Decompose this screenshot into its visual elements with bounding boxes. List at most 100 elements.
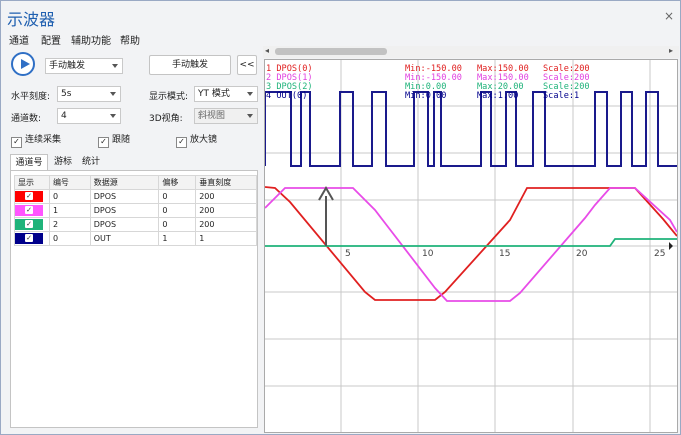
scroll-left-icon[interactable]: ◂	[265, 46, 269, 55]
display-mode-value: YT 模式	[198, 89, 230, 99]
view3d-label: 3D视角:	[149, 114, 183, 124]
oscilloscope-window: 示波器 × 通道 配置 辅助功能 帮助 手动触发 手动触发 << 水平刻度: 5…	[0, 0, 681, 435]
view3d-value: 斜视图	[198, 111, 226, 121]
trigger-mode-select[interactable]: 手动触发	[45, 58, 123, 74]
checkmark-icon[interactable]: ✓	[25, 220, 33, 228]
channel-count-label: 通道数:	[11, 114, 42, 124]
offset-cell: 1	[158, 231, 197, 246]
follow-label: 跟随	[112, 135, 131, 145]
legend-scale: Scale:1	[543, 91, 579, 101]
tab-statistics[interactable]: 统计	[78, 154, 104, 170]
channel-id-cell: 2	[48, 217, 91, 232]
channel-count-select[interactable]: 4	[57, 108, 121, 124]
view3d-select: 斜视图	[194, 108, 258, 124]
header-vscale: 垂直刻度	[195, 175, 257, 190]
vertical-scale-cell: 200	[195, 189, 257, 204]
continuous-capture-checkbox[interactable]: ✓ 连续采集	[11, 132, 61, 148]
trigger-mode-value: 手动触发	[49, 61, 86, 71]
show-cell[interactable]: ✓	[14, 189, 50, 204]
horizontal-scale-value: 5s	[61, 89, 72, 99]
horizontal-scale-label: 水平刻度:	[11, 92, 51, 102]
header-source: 数据源	[89, 175, 160, 190]
control-panel: 手动触发 手动触发 << 水平刻度: 5s 显示模式: YT 模式 通道数: 4…	[1, 49, 263, 434]
table-row[interactable]: ✓ 0 OUT 1 1	[14, 231, 257, 246]
table-row[interactable]: ✓ 1 DPOS 0 200	[14, 203, 257, 218]
scrollbar-thumb[interactable]	[275, 48, 387, 55]
time-tick-label: 10	[422, 249, 434, 259]
show-cell[interactable]: ✓	[14, 231, 50, 246]
table-row[interactable]: ✓ 0 DPOS 0 200	[14, 189, 257, 204]
vertical-scale-cell: 200	[195, 203, 257, 218]
play-icon[interactable]	[11, 52, 35, 76]
checkmark-icon[interactable]: ✓	[25, 234, 33, 242]
offset-cell: 0	[158, 189, 197, 204]
checkmark-icon: ✓	[98, 137, 109, 148]
continuous-capture-label: 连续采集	[25, 135, 62, 145]
channel-count-value: 4	[61, 111, 67, 121]
channel-color-swatch[interactable]: ✓	[15, 205, 43, 216]
chevron-down-icon	[110, 92, 116, 96]
menu-channel[interactable]: 通道	[9, 32, 29, 47]
checkmark-icon: ✓	[11, 137, 22, 148]
time-tick-label: 25	[654, 249, 665, 259]
checkmark-icon[interactable]: ✓	[25, 206, 33, 214]
channel-color-swatch[interactable]: ✓	[15, 233, 43, 244]
channel-color-swatch[interactable]: ✓	[15, 219, 43, 230]
manual-trigger-button[interactable]: 手动触发	[149, 55, 231, 75]
chevron-down-icon	[247, 114, 253, 118]
follow-checkbox[interactable]: ✓ 跟随	[98, 132, 130, 148]
legend-max: Max:1.00	[477, 91, 518, 101]
header-id: 编号	[48, 175, 91, 190]
title-bar: 示波器 ×	[1, 1, 680, 31]
horizontal-scale-select[interactable]: 5s	[57, 86, 121, 102]
magnifier-checkbox[interactable]: ✓ 放大镜	[176, 132, 217, 148]
offset-cell: 0	[158, 217, 197, 232]
channel-id-cell: 1	[48, 203, 91, 218]
vertical-scale-cell: 1	[195, 231, 257, 246]
time-end-marker	[669, 242, 673, 250]
channel-table: 显示 编号 数据源 偏移 垂直刻度 ✓ 0 DPOS 0 200 ✓ 1 DPOS 0 200 ✓ 2…	[14, 175, 257, 246]
magnifier-label: 放大镜	[190, 135, 218, 145]
waveform-svg: 5 10 15 20 251 DPOS(0) Min:-150.00 Max:150.00 S…	[264, 60, 678, 432]
legend-name: 4 OUT(0)	[266, 91, 307, 101]
menu-tools[interactable]: 辅助功能	[71, 32, 111, 47]
out-waveform	[264, 91, 677, 167]
data-source-cell: DPOS	[89, 189, 160, 204]
chevron-down-icon	[110, 114, 116, 118]
chevron-down-icon	[247, 92, 253, 96]
display-mode-label: 显示模式:	[149, 92, 189, 102]
window-title: 示波器	[7, 12, 56, 29]
data-source-cell: OUT	[89, 231, 160, 246]
table-row[interactable]: ✓ 2 DPOS 0 200	[14, 217, 257, 232]
waveform-plot[interactable]: 5 10 15 20 25 1 DPOS(0) Min:-150.00 Max:150.00 S…	[264, 59, 678, 433]
header-show: 显示	[14, 175, 50, 190]
checkmark-icon: ✓	[176, 137, 187, 148]
close-icon[interactable]: ×	[664, 9, 674, 23]
scroll-right-icon[interactable]: ▸	[669, 46, 673, 55]
menu-config[interactable]: 配置	[41, 32, 61, 47]
legend-min: Min:0.00	[405, 91, 446, 101]
display-mode-select[interactable]: YT 模式	[194, 86, 258, 102]
menu-bar: 通道 配置 辅助功能 帮助	[1, 31, 680, 47]
time-tick-label: 15	[499, 249, 510, 259]
collapse-button[interactable]: <<	[237, 55, 257, 75]
tab-cursor[interactable]: 游标	[50, 154, 76, 170]
channel-color-swatch[interactable]: ✓	[15, 191, 43, 202]
channel-id-cell: 0	[48, 231, 91, 246]
data-source-cell: DPOS	[89, 217, 160, 232]
show-cell[interactable]: ✓	[14, 217, 50, 232]
header-offset: 偏移	[158, 175, 197, 190]
chevron-down-icon	[112, 64, 118, 68]
show-cell[interactable]: ✓	[14, 203, 50, 218]
data-source-cell: DPOS	[89, 203, 160, 218]
time-tick-label: 20	[576, 249, 588, 259]
table-header-row: 显示 编号 数据源 偏移 垂直刻度	[14, 175, 257, 190]
menu-help[interactable]: 帮助	[120, 32, 140, 47]
checkmark-icon[interactable]: ✓	[25, 192, 33, 200]
offset-cell: 0	[158, 203, 197, 218]
channel-id-cell: 0	[48, 189, 91, 204]
tab-channels[interactable]: 通道号	[10, 154, 48, 170]
time-tick-label: 5	[345, 249, 351, 259]
channel-table-panel: 显示 编号 数据源 偏移 垂直刻度 ✓ 0 DPOS 0 200 ✓ 1 DPOS 0 200 ✓ 2…	[10, 170, 258, 428]
horizontal-scrollbar[interactable]: ◂ ▸	[263, 46, 679, 58]
